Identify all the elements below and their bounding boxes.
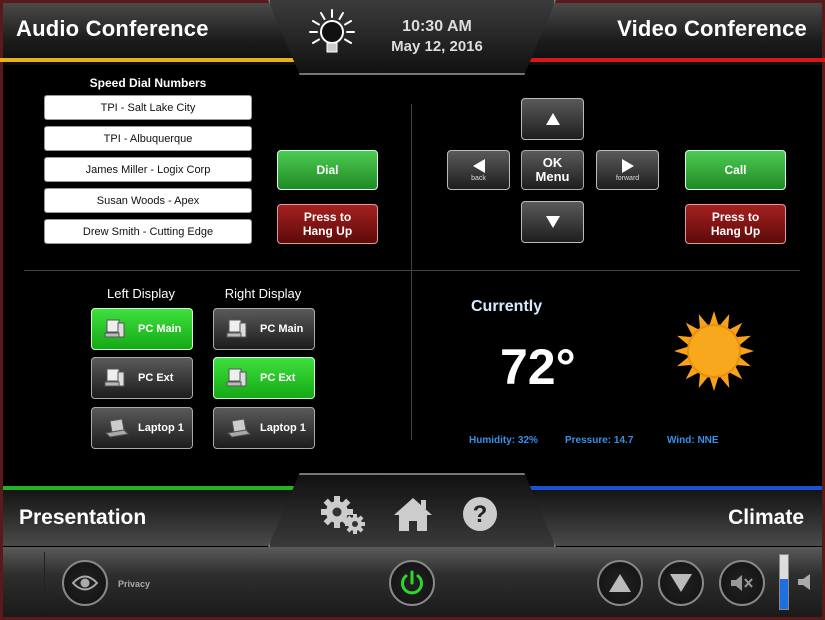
svg-text:?: ?: [473, 501, 488, 528]
source-label: PC Main: [260, 323, 304, 335]
help-icon[interactable]: ?: [457, 494, 503, 534]
pc-icon: [226, 368, 247, 387]
arrow-left-icon: [472, 158, 485, 173]
speed-dial-item[interactable]: TPI - Salt Lake City: [44, 95, 252, 120]
home-icon[interactable]: [390, 494, 436, 534]
back-label: back: [471, 174, 486, 182]
mute-button[interactable]: [719, 560, 765, 606]
right-display-laptop-button[interactable]: Laptop 1: [213, 407, 315, 449]
tab-presentation[interactable]: Presentation: [3, 486, 299, 546]
left-display-pc-ext-button[interactable]: PC Ext: [91, 357, 193, 399]
tab-climate[interactable]: Climate: [526, 486, 822, 546]
eye-icon: [72, 575, 98, 591]
volume-level-fill: [780, 579, 788, 609]
pc-icon: [104, 368, 125, 387]
volume-down-button[interactable]: [658, 560, 704, 606]
dial-button[interactable]: Dial: [277, 150, 378, 190]
speed-dial-item[interactable]: Susan Woods - Apex: [44, 188, 252, 213]
speed-dial-title: Speed Dial Numbers: [89, 76, 207, 90]
wind-stat: Wind: NNE: [667, 435, 719, 446]
left-display-pc-main-button[interactable]: PC Main: [91, 308, 193, 350]
laptop-icon: [226, 418, 252, 438]
source-label: PC Ext: [260, 372, 296, 384]
laptop-icon: [104, 418, 130, 438]
footer-divider: [44, 552, 45, 610]
humidity-stat: Humidity: 32%: [469, 435, 538, 446]
volume-up-button[interactable]: [597, 560, 643, 606]
power-button[interactable]: [389, 560, 435, 606]
speaker-icon: [798, 574, 810, 590]
audio-hangup-button[interactable]: Press to Hang Up: [277, 204, 378, 244]
source-label: Laptop 1: [260, 422, 306, 434]
volume-slider[interactable]: [779, 554, 789, 610]
right-display-pc-main-button[interactable]: PC Main: [213, 308, 315, 350]
mute-icon: [731, 575, 753, 591]
speed-dial-item[interactable]: TPI - Albuquerque: [44, 126, 252, 151]
power-icon: [401, 570, 423, 595]
triangle-up-icon: [609, 574, 631, 592]
ok-menu-button[interactable]: OK Menu: [521, 150, 584, 190]
right-display-pc-ext-button[interactable]: PC Ext: [213, 357, 315, 399]
source-label: PC Ext: [138, 372, 174, 384]
arrow-up-icon: [545, 113, 560, 125]
nav-back-button[interactable]: back: [447, 150, 510, 190]
temperature-value: 72°: [500, 339, 576, 395]
clock-date: May 12, 2016: [391, 38, 483, 55]
tab-audio-conference[interactable]: Audio Conference: [0, 0, 300, 62]
right-display-title: Right Display: [224, 286, 302, 301]
privacy-button[interactable]: [62, 560, 108, 606]
clock: 10:30 AM May 12, 2016: [372, 18, 502, 55]
clock-time: 10:30 AM: [402, 18, 472, 35]
tab-video-conference[interactable]: Video Conference: [529, 0, 825, 62]
nav-up-button[interactable]: [521, 98, 584, 140]
source-label: PC Main: [138, 323, 182, 335]
arrow-down-icon: [545, 216, 560, 228]
lightbulb-icon[interactable]: [306, 8, 358, 60]
pc-icon: [104, 319, 125, 338]
speed-dial-item[interactable]: James Miller - Logix Corp: [44, 157, 252, 182]
nav-down-button[interactable]: [521, 201, 584, 243]
speed-dial-item[interactable]: Drew Smith - Cutting Edge: [44, 219, 252, 244]
privacy-label: Privacy: [118, 579, 151, 589]
pc-icon: [226, 319, 247, 338]
arrow-right-icon: [621, 158, 634, 173]
forward-label: forward: [615, 174, 640, 182]
gear-icon[interactable]: [320, 494, 366, 534]
left-display-laptop-button[interactable]: Laptop 1: [91, 407, 193, 449]
sun-icon: [674, 311, 754, 391]
source-label: Laptop 1: [138, 422, 184, 434]
pressure-stat: Pressure: 14.7: [565, 435, 634, 446]
vertical-divider: [411, 104, 412, 440]
call-button[interactable]: Call: [685, 150, 786, 190]
video-hangup-button[interactable]: Press to Hang Up: [685, 204, 786, 244]
weather-currently-label: Currently: [471, 298, 543, 315]
left-display-title: Left Display: [107, 286, 175, 301]
triangle-down-icon: [670, 574, 692, 592]
nav-forward-button[interactable]: forward: [596, 150, 659, 190]
horizontal-divider: [24, 270, 800, 271]
